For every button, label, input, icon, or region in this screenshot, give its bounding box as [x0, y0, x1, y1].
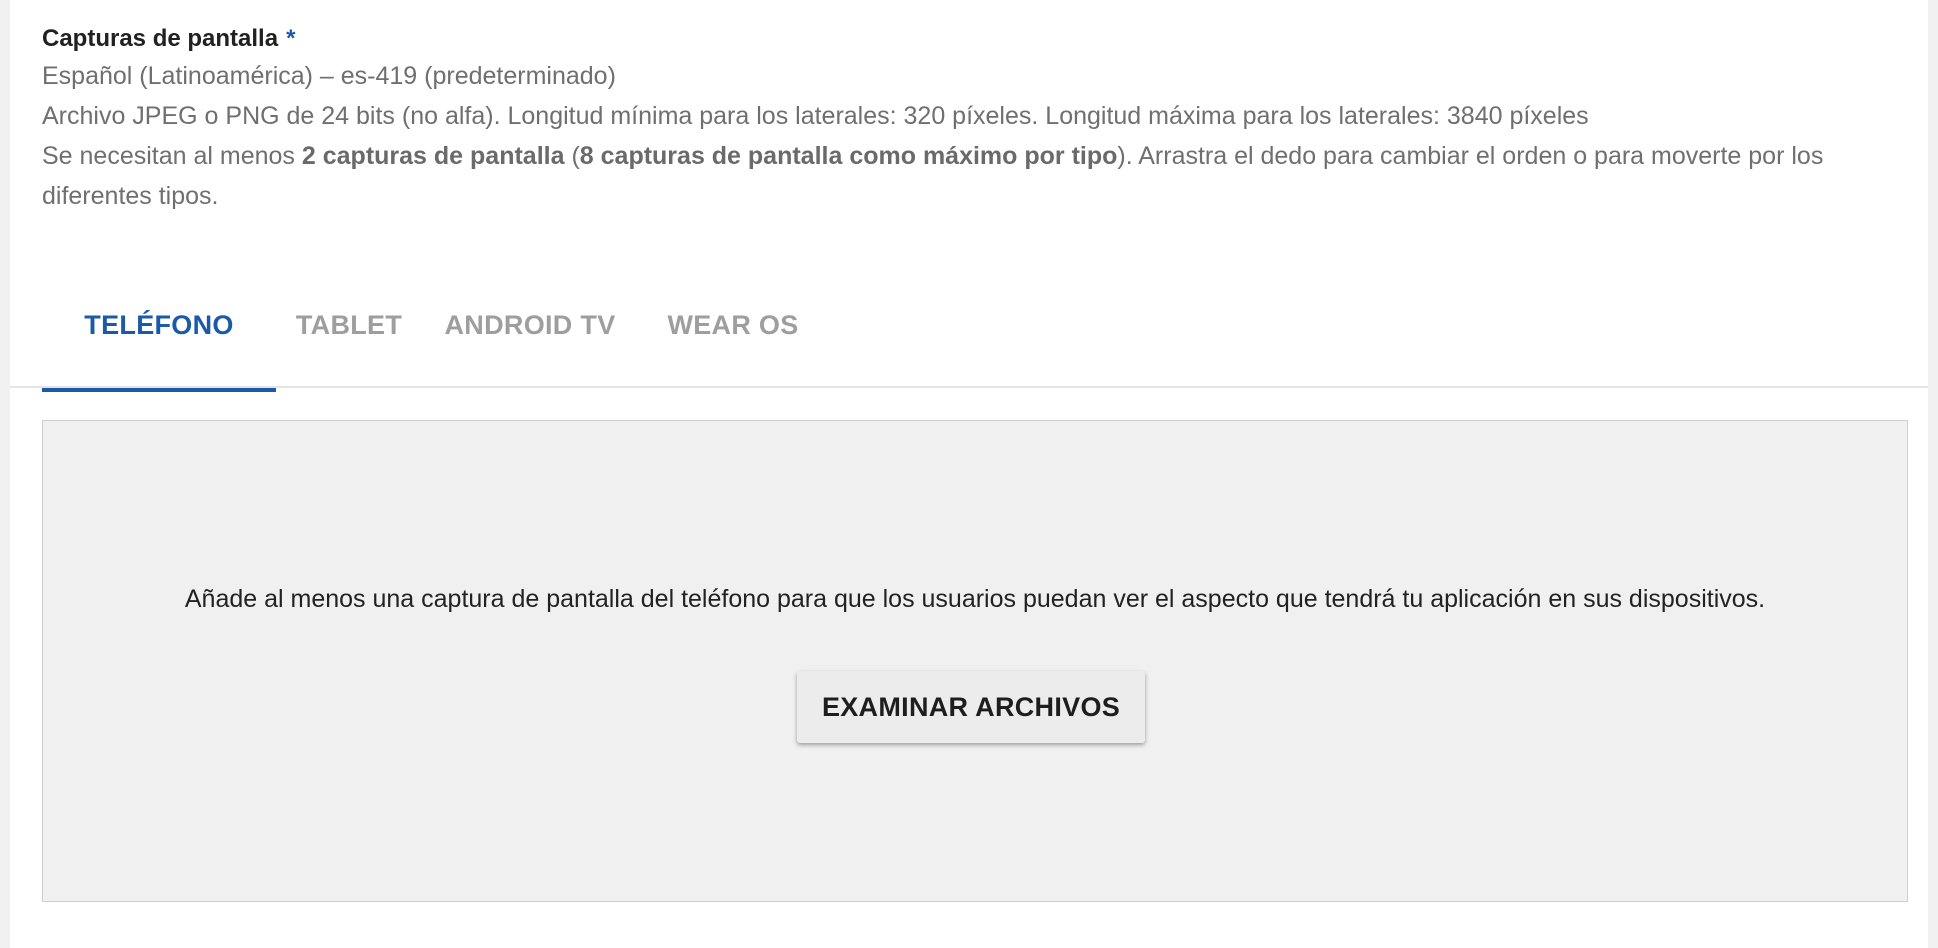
browse-files-button[interactable]: EXAMINAR ARCHIVOS: [797, 671, 1145, 743]
requirement-max-count: 8 capturas de pantalla como máximo por t…: [579, 142, 1118, 170]
screenshots-card: Capturas de pantalla * Español (Latinoamé…: [10, 0, 1928, 948]
tab-label: ANDROID TV: [444, 309, 616, 340]
tab-label: TABLET: [295, 309, 403, 340]
section-header: Capturas de pantalla * Español (Latinoamé…: [42, 22, 1902, 216]
dropzone-message: Añade al menos una captura de pantalla d…: [184, 585, 1766, 613]
tab-label: TELÉFONO: [84, 309, 234, 340]
format-info: Archivo JPEG o PNG de 24 bits (no alfa).…: [42, 102, 1589, 130]
active-tab-indicator: [42, 388, 276, 392]
section-title-row: Capturas de pantalla *: [42, 22, 1902, 56]
requirement-part-2: (: [564, 142, 580, 170]
tab-telefono[interactable]: TELÉFONO: [42, 262, 276, 392]
tab-tablet[interactable]: TABLET: [276, 262, 422, 388]
tab-label: WEAR OS: [667, 309, 799, 340]
tab-android-tv[interactable]: ANDROID TV: [422, 262, 638, 388]
device-tabs: TELÉFONO TABLET ANDROID TV WEAR OS: [42, 262, 1928, 392]
tab-wear-os[interactable]: WEAR OS: [638, 262, 828, 388]
language-label: Español (Latinoamérica) – es-419 (predet…: [42, 62, 616, 90]
requirement-text: Se necesitan al menos 2 capturas de pant…: [42, 136, 1902, 216]
section-title: Capturas de pantalla: [42, 25, 279, 52]
screenshot-dropzone[interactable]: Añade al menos una captura de pantalla d…: [42, 420, 1908, 902]
required-asterisk: *: [286, 25, 296, 52]
requirement-min-count: 2 capturas de pantalla: [301, 142, 565, 170]
requirement-part-1: Se necesitan al menos: [42, 142, 302, 170]
